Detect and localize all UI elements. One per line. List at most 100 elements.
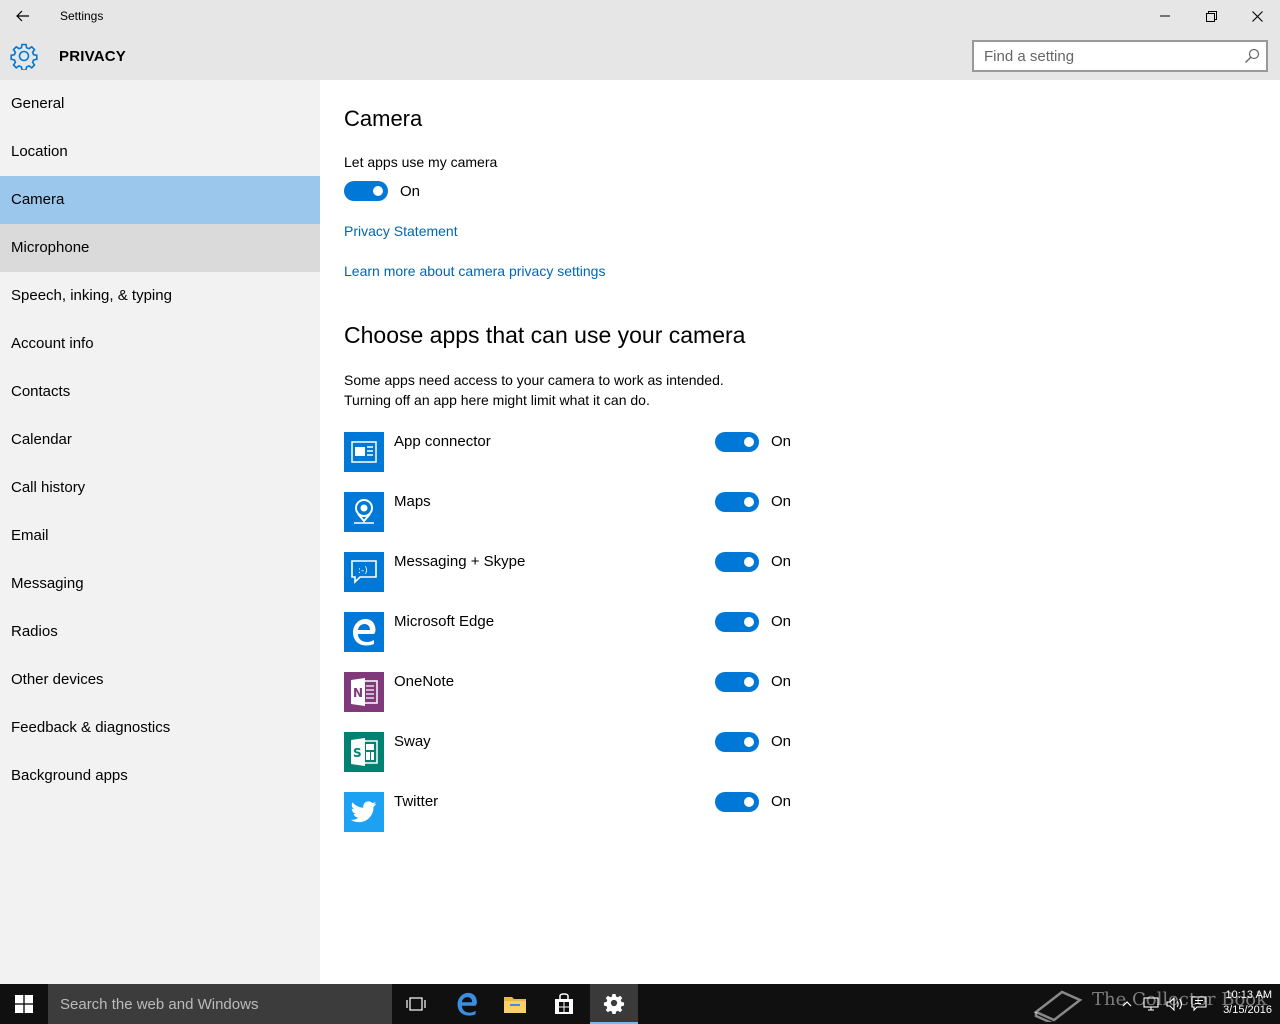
sidebar: General Location Camera Microphone Speec… [0, 80, 320, 984]
app-name: OneNote [394, 673, 455, 690]
book-logo-icon [1033, 990, 1083, 1022]
taskbar-edge-button[interactable] [443, 984, 491, 1024]
page-title: Camera [344, 106, 423, 131]
sidebar-item-camera[interactable]: Camera [0, 176, 320, 224]
window-title: Settings [60, 9, 104, 23]
close-button[interactable] [1234, 0, 1280, 32]
master-toggle-state: On [400, 183, 421, 200]
action-center-button[interactable] [1188, 984, 1210, 1024]
twitter-icon [344, 792, 384, 832]
toggle-knob [744, 617, 754, 627]
sidebar-item-email[interactable]: Email [0, 512, 320, 560]
gear-icon [10, 42, 38, 71]
app-toggle-state: On [771, 793, 792, 810]
taskbar: The Collector Book 10:13 AM 3/15/2016 [0, 984, 1280, 1024]
privacy-statement-link[interactable]: Privacy Statement [344, 223, 458, 239]
folder-icon [504, 997, 526, 1013]
sway-icon: S [344, 732, 384, 772]
volume-icon [1166, 997, 1182, 1011]
toggle-knob [744, 677, 754, 687]
description-line-2: Turning off an app here might limit what… [344, 392, 650, 408]
app-toggle-state: On [771, 733, 792, 750]
edge-icon [457, 992, 477, 1016]
taskbar-search-box[interactable] [48, 984, 392, 1024]
toggle-knob [373, 186, 383, 196]
find-setting-box[interactable] [972, 40, 1268, 72]
taskbar-search-input[interactable] [48, 984, 392, 1024]
twitter-toggle[interactable] [715, 792, 759, 812]
minimize-button[interactable] [1142, 0, 1188, 32]
start-button[interactable] [0, 984, 48, 1024]
svg-text:S: S [353, 746, 362, 760]
toggle-knob [744, 497, 754, 507]
toggle-knob [744, 557, 754, 567]
sidebar-item-speech[interactable]: Speech, inking, & typing [0, 272, 320, 320]
search-icon[interactable] [1244, 48, 1260, 64]
sidebar-item-background-apps[interactable]: Background apps [0, 752, 320, 800]
sidebar-item-messaging[interactable]: Messaging [0, 560, 320, 608]
messaging-icon: :-) [344, 552, 384, 592]
learn-more-link[interactable]: Learn more about camera privacy settings [344, 263, 605, 279]
sidebar-item-contacts[interactable]: Contacts [0, 368, 320, 416]
app-row-messaging-skype: :-) Messaging + Skype On [344, 552, 804, 592]
app-row-maps: Maps On [344, 492, 804, 532]
app-name: Messaging + Skype [394, 553, 526, 570]
sidebar-item-general[interactable]: General [0, 80, 320, 128]
toggle-knob [744, 737, 754, 747]
app-row-sway: S Sway On [344, 732, 804, 772]
sidebar-item-radios[interactable]: Radios [0, 608, 320, 656]
microsoft-edge-toggle[interactable] [715, 612, 759, 632]
app-row-app-connector: App connector On [344, 432, 804, 472]
restore-button[interactable] [1188, 0, 1234, 32]
app-name: Twitter [394, 793, 439, 810]
app-connector-toggle[interactable] [715, 432, 759, 452]
notification-icon [1191, 996, 1207, 1012]
find-setting-input[interactable] [974, 42, 1234, 70]
sidebar-item-account-info[interactable]: Account info [0, 320, 320, 368]
page-header-title: PRIVACY [59, 48, 126, 65]
taskbar-settings-button[interactable] [590, 984, 638, 1024]
apps-section-title: Choose apps that can use your camera [344, 322, 746, 348]
app-name: Sway [394, 733, 431, 750]
store-icon [555, 993, 573, 1014]
sidebar-item-microphone[interactable]: Microphone [0, 224, 320, 272]
sidebar-item-calendar[interactable]: Calendar [0, 416, 320, 464]
main-content: Camera Let apps use my camera On Privacy… [320, 80, 1280, 984]
maps-toggle[interactable] [715, 492, 759, 512]
description-line-1: Some apps need access to your camera to … [344, 372, 724, 388]
app-toggle-state: On [771, 433, 792, 450]
maps-icon [344, 492, 384, 532]
network-icon [1143, 997, 1159, 1011]
back-button[interactable] [0, 0, 46, 32]
back-arrow-icon [16, 10, 29, 22]
restore-icon [1205, 10, 1217, 22]
svg-text:N: N [353, 686, 363, 700]
windows-logo-icon [15, 995, 33, 1013]
title-bar: Settings [0, 0, 1280, 32]
toggle-knob [744, 797, 754, 807]
taskbar-clock[interactable]: 10:13 AM 3/15/2016 [1212, 988, 1272, 1018]
sidebar-item-call-history[interactable]: Call history [0, 464, 320, 512]
sidebar-item-other-devices[interactable]: Other devices [0, 656, 320, 704]
messaging-skype-toggle[interactable] [715, 552, 759, 572]
volume-button[interactable] [1164, 984, 1186, 1024]
svg-text::-): :-) [358, 566, 368, 576]
apps-description: Some apps need access to your camera to … [344, 370, 864, 410]
network-button[interactable] [1140, 984, 1162, 1024]
edge-icon [344, 612, 384, 652]
toggle-knob [744, 437, 754, 447]
show-hidden-icons-button[interactable] [1118, 984, 1136, 1024]
clock-date: 3/15/2016 [1223, 1004, 1272, 1016]
taskbar-file-explorer-button[interactable] [491, 984, 539, 1024]
sidebar-item-feedback[interactable]: Feedback & diagnostics [0, 704, 320, 752]
master-camera-toggle[interactable] [344, 181, 388, 201]
sway-toggle[interactable] [715, 732, 759, 752]
onenote-toggle[interactable] [715, 672, 759, 692]
taskbar-store-button[interactable] [540, 984, 588, 1024]
app-toggle-state: On [771, 553, 792, 570]
settings-header: PRIVACY [0, 32, 1280, 80]
task-view-button[interactable] [392, 984, 440, 1024]
app-name: App connector [394, 433, 491, 450]
onenote-icon: N [344, 672, 384, 712]
sidebar-item-location[interactable]: Location [0, 128, 320, 176]
